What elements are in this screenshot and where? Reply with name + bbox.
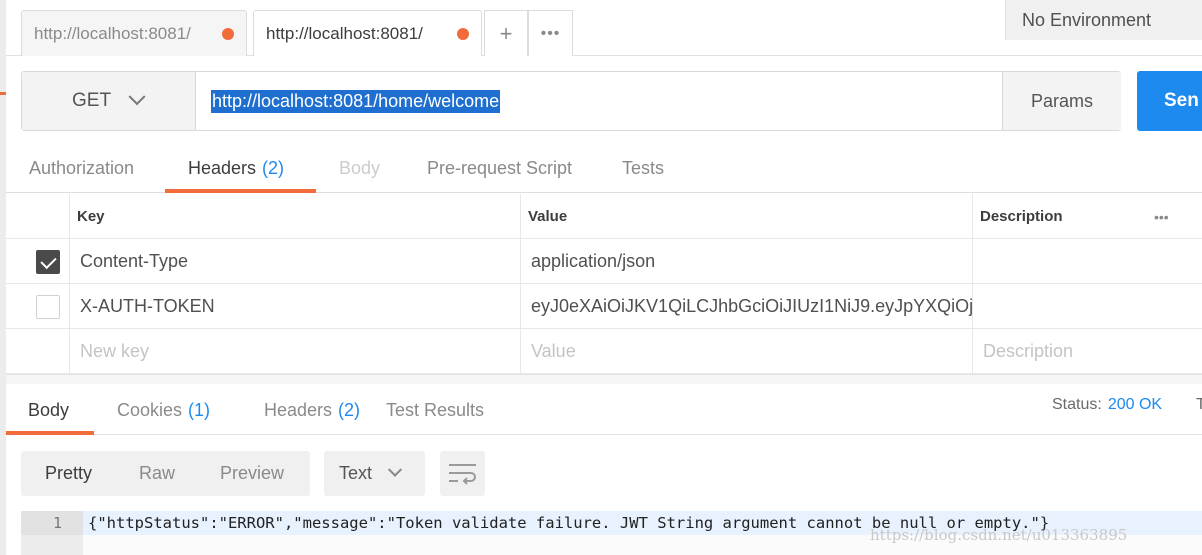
- headers-table: Key Value Description ••• Content-Type a…: [6, 194, 1202, 374]
- header-value: application/json: [531, 251, 656, 271]
- tab-tests[interactable]: Tests: [622, 143, 664, 193]
- send-label: Sen: [1164, 90, 1199, 111]
- sidebar-accent: [0, 92, 6, 95]
- environment-select[interactable]: No Environment: [1005, 0, 1202, 40]
- format-pretty[interactable]: Pretty: [45, 451, 92, 496]
- url-text: http://localhost:8081/home/welcome: [211, 89, 501, 113]
- status-label: Status:: [1052, 396, 1102, 413]
- header-description-cell[interactable]: [972, 284, 1202, 329]
- new-key-input[interactable]: New key: [69, 329, 520, 374]
- response-divider[interactable]: [6, 374, 1202, 384]
- new-description-input[interactable]: Description: [972, 329, 1202, 374]
- params-button[interactable]: Params: [1002, 72, 1121, 130]
- format-pretty-label: Pretty: [45, 463, 93, 483]
- tab-pre-request-script-label: Pre-request Script: [427, 157, 573, 178]
- new-value-placeholder: Value: [531, 341, 576, 361]
- format-tabs: Pretty Raw Preview: [21, 451, 310, 496]
- response-tab-cookies-label: Cookies: [117, 399, 183, 420]
- active-tab-indicator: [165, 189, 316, 193]
- header-key: X-AUTH-TOKEN: [80, 296, 215, 316]
- environment-label: No Environment: [1022, 9, 1152, 30]
- response-tabs: Body Cookies (1) Headers (2) Test Result…: [6, 385, 1202, 435]
- unsaved-dot-icon: [457, 28, 469, 40]
- response-tab-body[interactable]: Body: [28, 385, 69, 435]
- response-time-label: T: [1196, 396, 1202, 413]
- format-raw[interactable]: Raw: [139, 451, 175, 496]
- header-enabled-checkbox[interactable]: [36, 295, 60, 319]
- table-row: Content-Type application/json: [6, 239, 1202, 284]
- tab-headers-count: (2): [262, 157, 285, 178]
- new-key-placeholder: New key: [80, 341, 150, 361]
- response-tab-test-results-label: Test Results: [386, 399, 485, 420]
- column-description-label: Description: [980, 208, 1063, 225]
- send-button[interactable]: Sen: [1137, 71, 1202, 131]
- watermark: https://blog.csdn.net/u013363895: [870, 526, 1128, 544]
- active-tab-indicator: [6, 431, 94, 435]
- status-value: 200 OK: [1107, 396, 1163, 413]
- tab-pre-request-script[interactable]: Pre-request Script: [427, 143, 572, 193]
- chevron-down-icon: [128, 88, 146, 106]
- url-input[interactable]: http://localhost:8081/home/welcome: [196, 72, 1002, 130]
- format-preview[interactable]: Preview: [220, 451, 284, 496]
- tab-tests-label: Tests: [622, 157, 665, 178]
- chevron-down-icon: [387, 462, 403, 477]
- header-key-cell[interactable]: Content-Type: [69, 239, 520, 284]
- response-tab-headers-count: (2): [338, 399, 361, 420]
- column-value-label: Value: [528, 208, 568, 225]
- wrap-lines-button[interactable]: [440, 451, 485, 496]
- new-tab-button[interactable]: +: [484, 10, 528, 56]
- column-description: Description: [972, 194, 1149, 239]
- column-key: Key: [69, 194, 520, 239]
- params-label: Params: [1030, 90, 1093, 111]
- table-row: X-AUTH-TOKEN eyJ0eXAiOiJKV1QiLCJhbGciOiJ…: [6, 284, 1202, 329]
- more-icon: •••: [540, 24, 561, 42]
- tab-headers[interactable]: Headers (2): [188, 143, 284, 193]
- response-type-select[interactable]: Text: [324, 451, 425, 496]
- request-tab-2[interactable]: http://localhost:8081/: [253, 10, 482, 56]
- response-type-label: Text: [339, 463, 373, 483]
- response-tab-cookies-count: (1): [188, 399, 211, 420]
- tab-body-label: Body: [339, 157, 381, 178]
- response-time: T: [1196, 385, 1202, 425]
- response-tab-test-results[interactable]: Test Results: [386, 385, 484, 435]
- header-key-cell[interactable]: X-AUTH-TOKEN: [69, 284, 520, 329]
- column-key-label: Key: [77, 208, 105, 225]
- wrap-lines-icon: [449, 464, 476, 485]
- tab-authorization-label: Authorization: [29, 157, 135, 178]
- response-tab-headers-label: Headers: [264, 399, 333, 420]
- response-tab-headers[interactable]: Headers (2): [264, 385, 360, 435]
- tab-authorization[interactable]: Authorization: [29, 143, 134, 193]
- new-value-input[interactable]: Value: [520, 329, 972, 374]
- header-value-cell[interactable]: application/json: [520, 239, 972, 284]
- table-row-new: New key Value Description: [6, 329, 1202, 374]
- header-value: eyJ0eXAiOiJKV1QiLCJhbGciOiJIUzI1NiJ9.eyJ…: [531, 296, 972, 316]
- request-tab-2-label: http://localhost:8081/: [266, 23, 423, 43]
- request-tab-1[interactable]: http://localhost:8081/: [21, 10, 247, 56]
- tab-headers-label: Headers: [188, 157, 257, 178]
- response-status: Status: 200 OK: [1052, 385, 1162, 425]
- request-tabs: Authorization Headers (2) Body Pre-reque…: [6, 143, 1202, 193]
- new-description-placeholder: Description: [983, 341, 1074, 361]
- format-preview-label: Preview: [220, 463, 285, 483]
- method-label: GET: [72, 90, 112, 111]
- header-key: Content-Type: [80, 251, 189, 271]
- tab-body[interactable]: Body: [339, 143, 380, 193]
- unsaved-dot-icon: [222, 28, 234, 40]
- request-tab-1-label: http://localhost:8081/: [34, 23, 191, 43]
- header-enabled-checkbox[interactable]: [36, 250, 60, 274]
- column-value: Value: [520, 194, 972, 239]
- line-number: 1: [21, 511, 83, 535]
- table-header-row: Key Value Description •••: [6, 194, 1202, 239]
- request-bar: GET http://localhost:8081/home/welcome P…: [21, 71, 1121, 131]
- column-options-button[interactable]: •••: [1149, 194, 1202, 239]
- plus-icon: +: [499, 20, 513, 46]
- more-tabs-button[interactable]: •••: [528, 10, 573, 56]
- method-select[interactable]: GET: [22, 72, 196, 130]
- header-value-cell[interactable]: eyJ0eXAiOiJKV1QiLCJhbGciOiJIUzI1NiJ9.eyJ…: [520, 284, 972, 329]
- response-tab-cookies[interactable]: Cookies (1): [117, 385, 210, 435]
- response-tab-body-label: Body: [28, 399, 70, 420]
- more-icon: •••: [1154, 208, 1169, 225]
- format-raw-label: Raw: [139, 463, 176, 483]
- header-description-cell[interactable]: [972, 239, 1202, 284]
